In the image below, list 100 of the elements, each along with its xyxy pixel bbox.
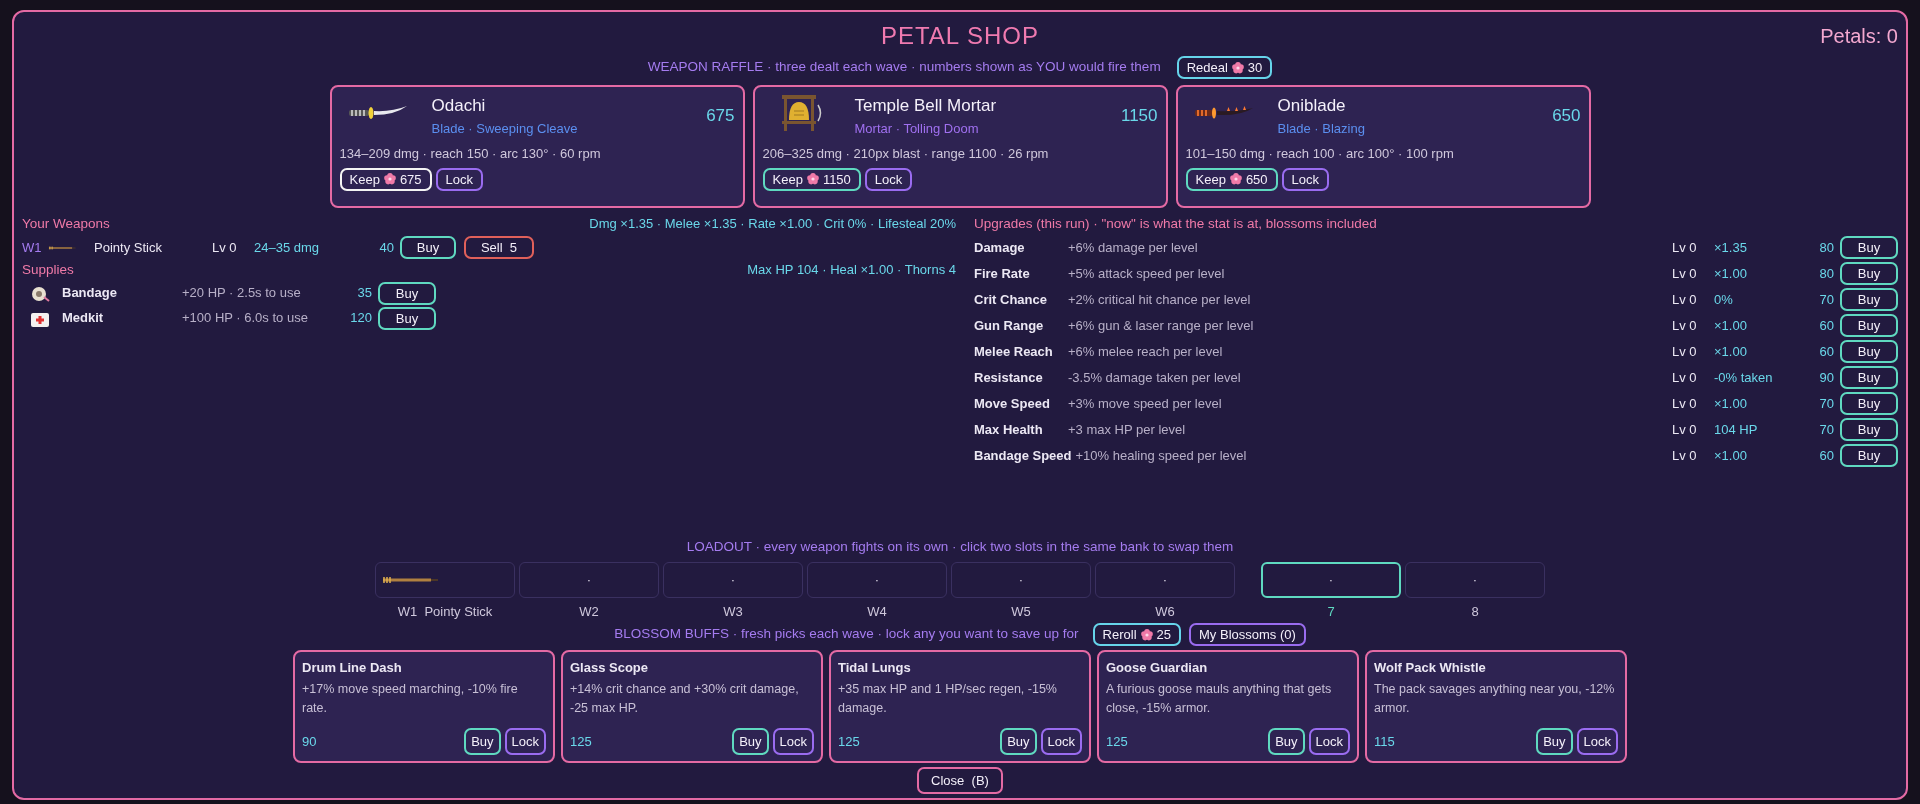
blossom-icon — [1231, 61, 1244, 74]
supply-info: +20 HP · 2.5s to use — [182, 284, 302, 303]
upgrade-description: +10% healing speed per level — [1075, 446, 1248, 465]
upgrade-name: Move Speed — [974, 394, 1051, 413]
upgrade-current-value: ×1.00 — [1714, 264, 1748, 283]
weapon-type: Blade · Sweeping Cleave — [431, 119, 579, 138]
weapon-price: 1150 — [1120, 105, 1158, 127]
loadout-slot[interactable]: · — [1095, 561, 1235, 598]
buy-button[interactable]: Buy — [1840, 339, 1898, 363]
upgrade-price: 60 — [1818, 316, 1834, 335]
buy-button[interactable]: Buy — [1840, 287, 1898, 311]
weapon-name: Pointy Stick — [94, 238, 163, 257]
upgrade-current-value: ×1.35 — [1714, 238, 1748, 257]
my-blossoms-button[interactable]: My Blossoms (0) — [1189, 623, 1306, 646]
buy-button[interactable]: Buy — [1536, 728, 1573, 755]
upgrade-description: +6% damage per level — [1068, 238, 1199, 257]
upgrade-description: -3.5% damage taken per level — [1068, 368, 1242, 387]
upgrade-price: 80 — [1818, 238, 1834, 257]
lock-button[interactable]: Lock — [864, 167, 913, 191]
supply-name: Medkit — [62, 309, 105, 328]
loadout-slot[interactable]: · — [1261, 561, 1401, 598]
keep-button[interactable]: Keep 675 — [339, 167, 432, 191]
buy-button[interactable]: Buy — [1840, 261, 1898, 285]
upgrade-name: Max Health — [974, 420, 1044, 439]
upgrade-description: +3 max HP per level — [1068, 420, 1187, 439]
weapon-slot-label: W1 — [22, 238, 43, 257]
blossom-name: Glass Scope — [570, 659, 650, 677]
buy-button[interactable]: Buy — [1840, 391, 1898, 415]
buy-button[interactable]: Buy — [378, 281, 436, 305]
close-button[interactable]: Close (B) — [917, 767, 1003, 794]
lock-button[interactable]: Lock — [1308, 728, 1350, 755]
upgrade-name: Melee Reach — [974, 342, 1054, 361]
loadout-slot[interactable]: · — [1405, 561, 1545, 598]
player-stats-text: Max HP 104 · Heal ×1.00 · Thorns 4 — [747, 261, 956, 280]
loadout-slot[interactable]: · — [663, 561, 803, 598]
sell-button[interactable]: Sell 5 — [464, 235, 534, 259]
weapon-stats: 101–150 dmg · reach 100 · arc 100° · 100 rpm — [1185, 145, 1455, 163]
blossom-name: Drum Line Dash — [302, 659, 403, 677]
buy-button[interactable]: Buy — [1268, 728, 1305, 755]
blossom-description: The pack savages anything near you, -12% armor. — [1374, 680, 1616, 717]
player-stats-text: Dmg ×1.35 · Melee ×1.35 · Rate ×1.00 · Crit 0% · Lifesteal 20% — [589, 215, 956, 233]
upgrade-level: Lv 0 — [1672, 290, 1698, 309]
blossom-description: A furious goose mauls anything that gets close, -15% armor. — [1106, 680, 1333, 717]
reroll-button[interactable]: Reroll 25 — [1092, 623, 1182, 646]
loadout-slot[interactable]: · — [519, 561, 659, 598]
upgrade-price: 70 — [1818, 290, 1834, 309]
buy-button[interactable]: Buy — [1840, 313, 1898, 337]
buy-button[interactable]: Buy — [1840, 365, 1898, 389]
upgrade-level: Lv 0 — [1672, 264, 1698, 283]
upgrade-level: Lv 0 — [1672, 420, 1698, 439]
loadout-slot[interactable]: · — [807, 561, 947, 598]
blossom-description: +14% crit chance and +30% crit damage, -25 max HP. — [570, 680, 800, 717]
upgrade-price: 90 — [1818, 368, 1834, 387]
buy-button[interactable]: Buy — [1840, 235, 1898, 259]
upgrade-description: +5% attack speed per level — [1068, 264, 1226, 283]
loadout-info-text: LOADOUT · every weapon fights on its own · click two slots in the same bank to swap them — [686, 539, 1234, 555]
supply-info: +100 HP · 6.0s to use — [182, 309, 309, 328]
buy-button[interactable]: Buy — [464, 728, 501, 755]
blossom-description: +35 max HP and 1 HP/sec regen, -15% damage. — [838, 680, 1058, 717]
buy-button[interactable]: Buy — [732, 728, 769, 755]
blossom-price: 125 — [1106, 732, 1129, 751]
buy-button[interactable]: Buy — [400, 235, 456, 259]
upgrade-name: Fire Rate — [974, 264, 1031, 283]
lock-button[interactable]: Lock — [772, 728, 814, 755]
upgrade-name: Resistance — [974, 368, 1044, 387]
weapon-stats: 206–325 dmg · 210px blast · range 1100 · 26 rpm — [762, 145, 1050, 163]
lock-button[interactable]: Lock — [435, 167, 484, 191]
weapon-type: Mortar · Tolling Doom — [854, 119, 980, 138]
keep-button[interactable]: Keep 1150 — [762, 167, 861, 191]
weapon-name: Odachi — [431, 95, 487, 117]
blossom-icon — [1229, 173, 1242, 185]
upgrade-description: +6% gun & laser range per level — [1068, 316, 1255, 335]
weapon-damage: 24–35 dmg — [254, 238, 321, 257]
slot-label: 7 — [1326, 602, 1336, 621]
blossom-price: 125 — [570, 732, 593, 751]
loadout-slot[interactable]: · — [951, 561, 1091, 598]
weapon-name: Temple Bell Mortar — [854, 95, 998, 117]
blossom-icon — [1140, 628, 1153, 641]
section-heading: Upgrades (this run) · "now" is what the stat is at, blossoms included — [974, 215, 1378, 233]
upgrade-price: 60 — [1818, 342, 1834, 361]
weapon-price: 675 — [706, 105, 735, 127]
slot-label: W4 — [866, 602, 888, 621]
loadout-slot[interactable] — [375, 561, 515, 598]
lock-button[interactable]: Lock — [504, 728, 546, 755]
lock-button[interactable]: Lock — [1576, 728, 1618, 755]
upgrade-current-value: 0% — [1714, 290, 1734, 309]
keep-button[interactable]: Keep 650 — [1185, 167, 1278, 191]
supply-name: Bandage — [62, 284, 118, 303]
buy-button[interactable]: Buy — [1840, 443, 1898, 467]
buy-button[interactable]: Buy — [378, 306, 436, 330]
weapon-price: 40 — [378, 238, 394, 257]
upgrade-description: +3% move speed per level — [1068, 394, 1223, 413]
petal-counter: Petals: 0 — [1819, 24, 1898, 49]
upgrade-name: Damage — [974, 238, 1026, 257]
lock-button[interactable]: Lock — [1281, 167, 1330, 191]
upgrade-price: 80 — [1818, 264, 1834, 283]
lock-button[interactable]: Lock — [1040, 728, 1082, 755]
buy-button[interactable]: Buy — [1840, 417, 1898, 441]
buy-button[interactable]: Buy — [1000, 728, 1037, 755]
redeal-button[interactable]: Redeal 30 — [1176, 56, 1273, 79]
